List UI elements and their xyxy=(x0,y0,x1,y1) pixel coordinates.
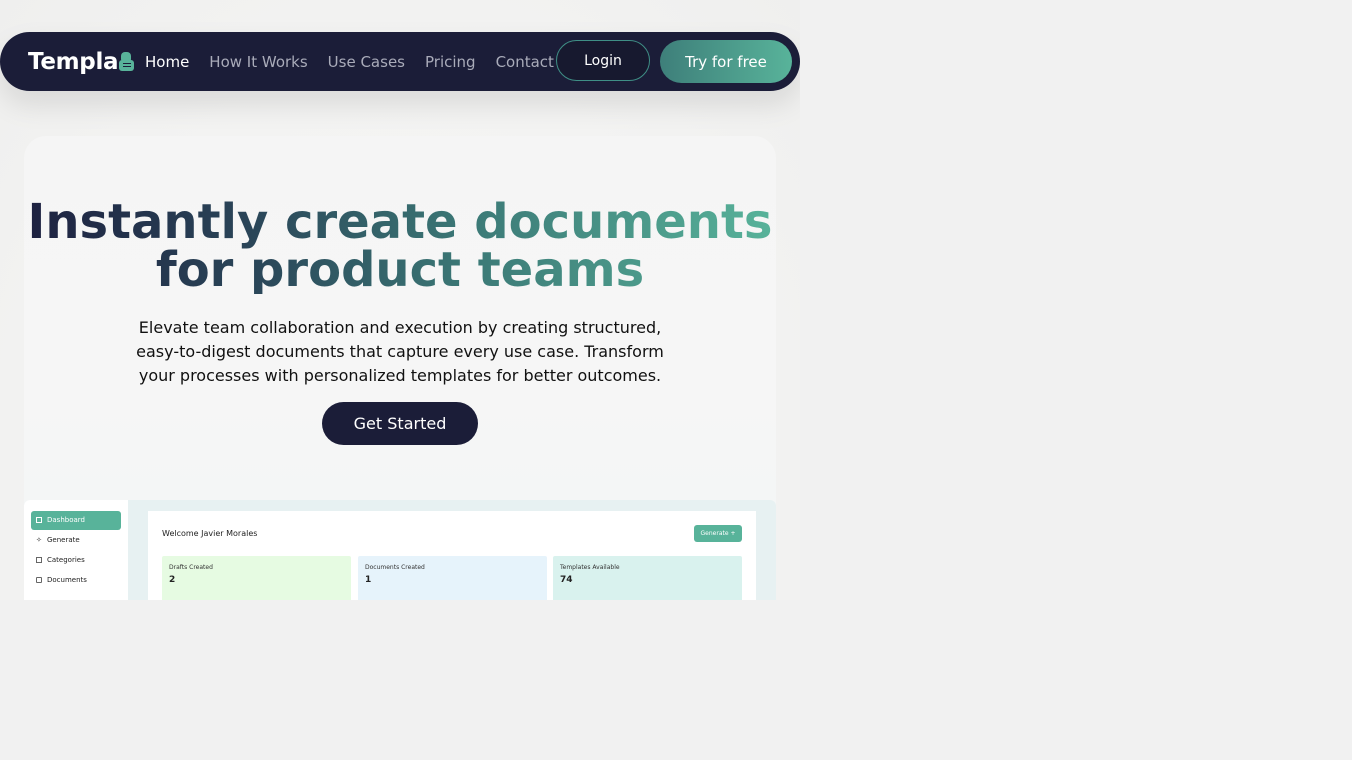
logo-text: Templa xyxy=(28,49,119,75)
preview-sidebar-label: Documents xyxy=(47,576,87,584)
nav-link-pricing[interactable]: Pricing xyxy=(425,53,476,71)
sparkle-icon: ✧ xyxy=(36,536,42,544)
preview-welcome-text: Welcome Javier Morales xyxy=(162,529,258,538)
preview-stat-drafts: Drafts Created 2 xyxy=(162,556,351,600)
stat-value: 1 xyxy=(365,575,372,585)
preview-sidebar-label: Generate xyxy=(47,536,80,544)
preview-sidebar-item-documents: Documents xyxy=(31,571,121,590)
preview-sidebar-label: Categories xyxy=(47,556,85,564)
stat-value: 74 xyxy=(560,575,573,585)
grid-icon xyxy=(36,517,42,523)
stat-label: Drafts Created xyxy=(169,564,213,571)
logo[interactable]: Templa xyxy=(28,48,135,76)
preview-sidebar-item-dashboard: Dashboard xyxy=(31,511,121,530)
nav-links: Home How It Works Use Cases Pricing Cont… xyxy=(145,32,574,91)
preview-stat-documents: Documents Created 1 xyxy=(358,556,547,600)
hero-headline: Instantly create documents for product t… xyxy=(24,198,776,294)
preview-generate-button: Generate + xyxy=(694,525,742,542)
hero-headline-line-1: Instantly create documents xyxy=(27,194,773,250)
page-viewport: Templa Home How It Works Use Cases Prici… xyxy=(0,0,800,600)
preview-sidebar-item-categories: Categories xyxy=(31,551,121,570)
logo-mark-icon xyxy=(119,52,135,72)
hero-headline-line-2: for product teams xyxy=(155,242,645,298)
login-button[interactable]: Login xyxy=(556,40,650,81)
stat-label: Templates Available xyxy=(560,564,620,571)
stat-label: Documents Created xyxy=(365,564,425,571)
dashboard-preview: Dashboard ✧ Generate Categories Document… xyxy=(24,500,776,600)
stat-value: 2 xyxy=(169,575,176,585)
preview-sidebar-label: Dashboard xyxy=(47,516,85,524)
top-navbar: Templa Home How It Works Use Cases Prici… xyxy=(0,32,800,91)
nav-link-home[interactable]: Home xyxy=(145,53,189,71)
get-started-button[interactable]: Get Started xyxy=(322,402,478,445)
try-for-free-button[interactable]: Try for free xyxy=(660,40,792,83)
nav-link-how-it-works[interactable]: How It Works xyxy=(209,53,307,71)
preview-sidebar-item-generate: ✧ Generate xyxy=(31,531,121,550)
preview-sidebar: Dashboard ✧ Generate Categories Document… xyxy=(24,500,128,600)
folder-icon xyxy=(36,577,42,583)
preview-stat-templates: Templates Available 74 xyxy=(553,556,742,600)
preview-main-panel: Welcome Javier Morales Generate + Drafts… xyxy=(148,511,756,600)
nav-link-use-cases[interactable]: Use Cases xyxy=(328,53,405,71)
nav-link-contact[interactable]: Contact xyxy=(496,53,554,71)
hero-subtitle: Elevate team collaboration and execution… xyxy=(136,318,664,385)
columns-icon xyxy=(36,557,42,563)
